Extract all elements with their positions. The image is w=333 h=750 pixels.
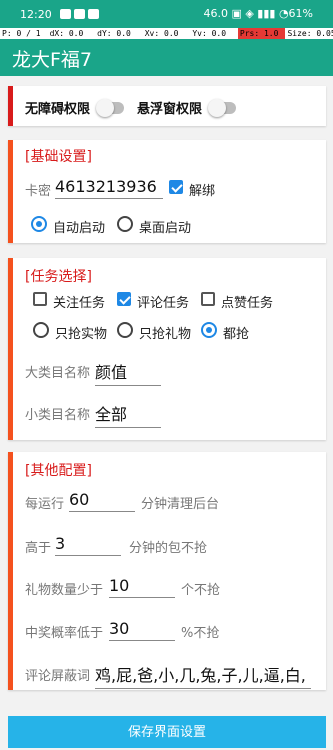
permissions-card: 无障碍权限 悬浮窗权限 [8,86,326,126]
status-right-icons: 46.0 ▣ ◈ ▮▮▮ ◔61% [203,7,313,20]
card-key-input[interactable]: 4613213936 [55,177,163,199]
all-label: 都抢 [223,327,250,342]
overlay-switch[interactable] [208,98,237,117]
save-settings-button[interactable]: 保存界面设置 [8,716,326,748]
follow-task-label: 关注任务 [53,296,106,311]
run-interval-input[interactable]: 60 [69,490,135,512]
task-selection-title: [任务选择] [25,269,92,285]
accessibility-switch[interactable] [96,98,125,117]
overlay-permission: 悬浮窗权限 [137,98,237,117]
notification-icons [60,9,99,19]
minor-category-label: 小类目名称 [25,408,91,423]
block-words-input[interactable]: 鸡,屁,爸,小,几,兔,子,儿,逼,白, [95,662,311,689]
like-task-checkbox[interactable] [201,292,215,306]
run-suffix-label: 分钟清理后台 [141,497,220,512]
accessibility-permission: 无障碍权限 [25,98,125,117]
other-config-card: [其他配置] 每运行 60 分钟清理后台 高于 3 分钟的包不抢 礼物数量少于 … [8,452,326,690]
major-category-input[interactable]: 颜值 [95,359,161,386]
auto-start-radio[interactable] [31,216,47,232]
only-gifts-radio[interactable] [117,322,133,338]
minor-category-input[interactable]: 全部 [95,401,161,428]
desktop-start-radio[interactable] [117,216,133,232]
notification-icon [74,9,85,19]
other-config-title: [其他配置] [25,463,92,479]
notification-icon [88,9,99,19]
above-minutes-input[interactable]: 3 [55,534,121,556]
prob-suffix-label: %不抢 [181,626,220,641]
above-prefix-label: 高于 [25,541,52,556]
run-prefix-label: 每运行 [25,497,65,512]
prob-prefix-label: 中奖概率低于 [25,626,104,641]
auto-start-label: 自动启动 [53,221,106,236]
all-radio[interactable] [201,322,217,338]
app-bar: 龙大F福7 [0,39,333,76]
like-task-label: 点赞任务 [221,296,274,311]
above-suffix-label: 分钟的包不抢 [129,541,208,556]
debug-p: P: 0 / 1 [2,29,41,38]
block-words-label: 评论屏蔽词 [25,669,91,684]
win-probability-input[interactable]: 30 [109,619,175,641]
debug-size: Size: 0.05 [287,29,333,38]
basic-settings-title: [基础设置] [25,149,92,165]
app-title: 龙大F福7 [12,49,93,71]
debug-yv: Yv: 0.0 [192,29,227,38]
only-gifts-label: 只抢礼物 [139,327,192,342]
debug-xv: Xv: 0.0 [144,29,179,38]
only-goods-radio[interactable] [33,322,49,338]
debug-dy: dY: 0.0 [97,29,131,38]
task-selection-card: [任务选择] 关注任务 评论任务 点赞任务 只抢实物 只抢礼物 都抢 大类目名称… [8,258,326,440]
status-time: 12:20 [20,8,52,21]
overlay-label: 悬浮窗权限 [137,102,203,117]
unbind-checkbox[interactable] [169,180,183,194]
comment-task-label: 评论任务 [137,296,190,311]
follow-task-checkbox[interactable] [33,292,47,306]
unbind-label: 解绑 [189,184,216,199]
comment-task-checkbox[interactable] [117,292,131,306]
debug-dx: dX: 0.0 [49,29,84,38]
gift-count-input[interactable]: 10 [109,576,175,598]
only-goods-label: 只抢实物 [55,327,108,342]
accessibility-label: 无障碍权限 [25,102,91,117]
gift-prefix-label: 礼物数量少于 [25,583,104,598]
desktop-start-label: 桌面启动 [139,221,192,236]
major-category-label: 大类目名称 [25,366,91,381]
notification-icon [60,9,71,19]
pointer-debug-bar: P: 0 / 1 dX: 0.0 dY: 0.0 Xv: 0.0 Yv: 0.0… [0,28,333,39]
basic-settings-card: [基础设置] 卡密 4613213936 解绑 自动启动 桌面启动 [8,140,326,243]
card-key-label: 卡密 [25,184,52,199]
gift-suffix-label: 个不抢 [181,583,221,598]
debug-prs: Prs: 1.0 [237,28,286,39]
status-bar: 12:20 46.0 ▣ ◈ ▮▮▮ ◔61% [0,0,333,28]
